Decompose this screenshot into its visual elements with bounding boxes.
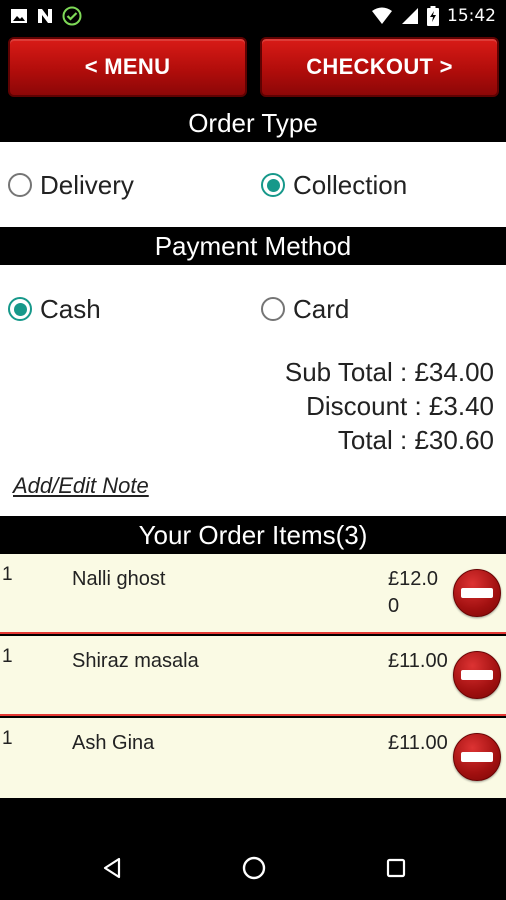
status-right-icons: 15:42 [371,4,496,28]
total: Total : £30.60 [337,425,494,455]
collection-option[interactable]: Collection [261,170,407,200]
item-quantity: 1 [2,646,13,667]
payment-section: Cash Card Sub Total : £34.00 Discount : … [0,265,506,516]
menu-button[interactable]: < MENU [8,37,247,97]
remove-item-icon[interactable] [453,569,501,617]
signal-icon [402,8,418,24]
sub-total: Sub Total : £34.00 [284,357,494,387]
item-price: £11.00 [388,650,448,672]
order-item-row: 1 Nalli ghost £12.00 [0,554,506,634]
order-items-header: Your Order Items(3) [0,516,506,554]
home-icon[interactable] [236,850,272,886]
cash-radio[interactable] [8,297,32,321]
status-bar: 15:42 [0,0,506,32]
order-item-row: 1 Shiraz masala £11.00 [0,636,506,716]
card-radio[interactable] [261,297,285,321]
order-type-section: Delivery Collection [0,142,506,227]
delivery-option[interactable]: Delivery [8,170,134,200]
status-time: 15:42 [447,6,496,26]
item-quantity: 1 [2,564,13,585]
item-price: £12.00 [388,568,439,617]
item-quantity: 1 [2,728,13,749]
cash-label: Cash [40,293,101,324]
order-totals: Sub Total : £34.00 Discount : £3.40 Tota… [285,355,494,457]
item-name: Nalli ghost [72,568,166,590]
collection-radio[interactable] [261,173,285,197]
order-item-row: 1 Ash Gina £11.00 [0,718,506,798]
item-name: Ash Gina [72,732,155,754]
remove-item-icon[interactable] [453,651,501,699]
discount: Discount : £3.40 [306,391,494,421]
card-label: Card [293,293,350,324]
image-icon [11,9,27,23]
status-left-icons [10,6,82,26]
collection-label: Collection [293,169,408,200]
delivery-radio[interactable] [8,173,32,197]
order-type-header: Order Type [0,104,506,142]
add-edit-note-link[interactable]: Add/Edit Note [13,473,149,499]
item-price: £11.00 [388,732,448,754]
delivery-label: Delivery [40,169,134,200]
back-icon[interactable] [94,850,130,886]
remove-item-icon[interactable] [453,733,501,781]
cash-option[interactable]: Cash [8,294,101,324]
check-circle-icon [62,6,82,26]
system-nav-bar [0,830,506,900]
card-option[interactable]: Card [261,294,349,324]
n-icon [38,9,52,23]
payment-method-header: Payment Method [0,227,506,265]
recents-icon[interactable] [378,850,414,886]
checkout-button[interactable]: CHECKOUT > [260,37,499,97]
top-toolbar: < MENU CHECKOUT > [0,32,506,104]
item-name: Shiraz masala [72,650,199,672]
wifi-icon [372,7,392,24]
battery-icon [427,6,439,26]
